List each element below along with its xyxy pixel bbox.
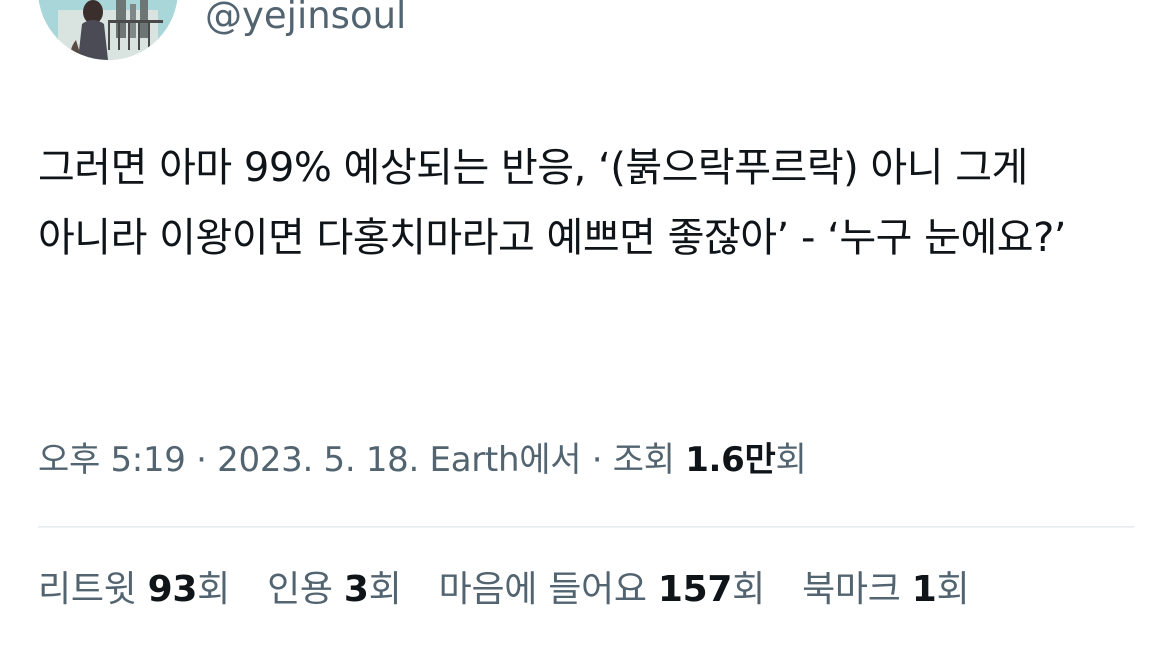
retweets-label: 리트윗 [38,569,148,610]
bookmarks-count: 1 [911,569,937,610]
tweet-date[interactable]: 2023. 5. 18. [217,440,419,480]
likes-stat[interactable]: 마음에 들어요 157회 [438,564,766,616]
avatar-photo-icon [38,0,178,60]
tweet-source: Earth에서 [419,440,582,480]
meta-separator: · [185,440,218,480]
tweet-header: @yejinsoul [0,0,1170,70]
views-suffix: 회 [775,440,807,480]
retweets-suffix: 회 [197,569,230,610]
tweet-meta: 오후 5:19 · 2023. 5. 18. Earth에서 · 조회 1.6만… [38,434,807,486]
bookmarks-suffix: 회 [936,569,970,610]
quotes-suffix: 회 [368,569,402,610]
bookmarks-label: 북마크 [802,569,912,610]
user-handle[interactable]: @yejinsoul [205,0,406,40]
divider [38,526,1134,528]
meta-separator: · [581,440,613,480]
retweets-stat[interactable]: 리트윗 93회 [38,564,230,616]
likes-suffix: 회 [732,569,765,610]
views-label: 조회 [612,440,686,480]
quotes-label: 인용 [267,569,344,610]
quotes-count: 3 [343,569,369,610]
tweet-time[interactable]: 오후 5:19 [38,440,186,480]
tweet-text: 그러면 아마 99% 예상되는 반응, ‘(붉으락푸르락) 아니 그게 아니라 … [38,145,1067,261]
views-count[interactable]: 1.6만 [685,440,776,480]
quotes-stat[interactable]: 인용 3회 [267,564,402,616]
retweets-count: 93 [147,569,198,610]
engagement-stats: 리트윗 93회 인용 3회 마음에 들어요 157회 북마크 1회 [38,564,995,616]
avatar[interactable] [38,0,178,60]
likes-label: 마음에 들어요 [438,569,658,610]
bookmarks-stat[interactable]: 북마크 1회 [802,564,969,616]
likes-count: 157 [657,569,733,610]
